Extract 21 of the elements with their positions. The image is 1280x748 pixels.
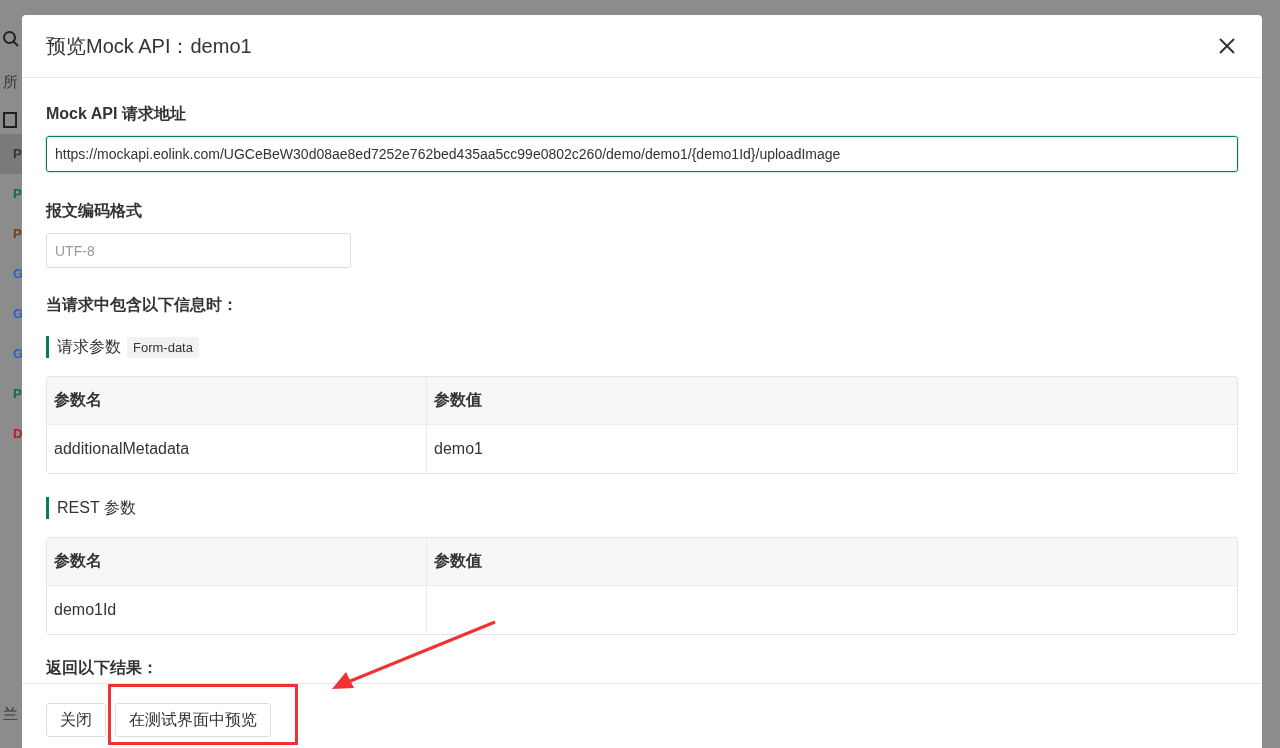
dialog-title: 预览Mock API：demo1 <box>46 33 252 59</box>
table-cell-text: demo1Id <box>53 600 118 620</box>
section-label: 返回以下结果： <box>46 658 159 678</box>
table-cell: demo1 <box>426 425 1237 473</box>
close-button[interactable]: 关闭 <box>46 703 106 737</box>
preview-button[interactable]: 在测试界面中预览 <box>115 703 271 737</box>
search-icon <box>2 30 20 48</box>
sidebar-label: 所 <box>2 72 18 92</box>
bottom-label: 兰 <box>2 704 18 724</box>
field-label: 报文编码格式 <box>46 201 143 221</box>
section-title: 请求参数 <box>57 336 121 357</box>
field-label: Mock API 请求地址 <box>46 104 187 124</box>
url-field[interactable]: https://mockapi.eolink.com/UGCeBeW30d08ae8ed7252e762bed435aa5cc99e0802c260/demo/demo1/{demo1Id}/uploadImage <box>46 136 1238 172</box>
format-tag: Form-data <box>127 336 199 358</box>
column-header: 参数名 <box>53 551 103 571</box>
column-header: 参数名 <box>53 390 103 410</box>
encoding-field[interactable]: UTF-8 <box>46 233 351 268</box>
table-cell-text: additionalMetadata <box>53 439 191 459</box>
section-label: 当请求中包含以下信息时： <box>46 295 239 315</box>
section-title: REST 参数 <box>57 497 136 518</box>
folder-icon <box>0 112 18 128</box>
